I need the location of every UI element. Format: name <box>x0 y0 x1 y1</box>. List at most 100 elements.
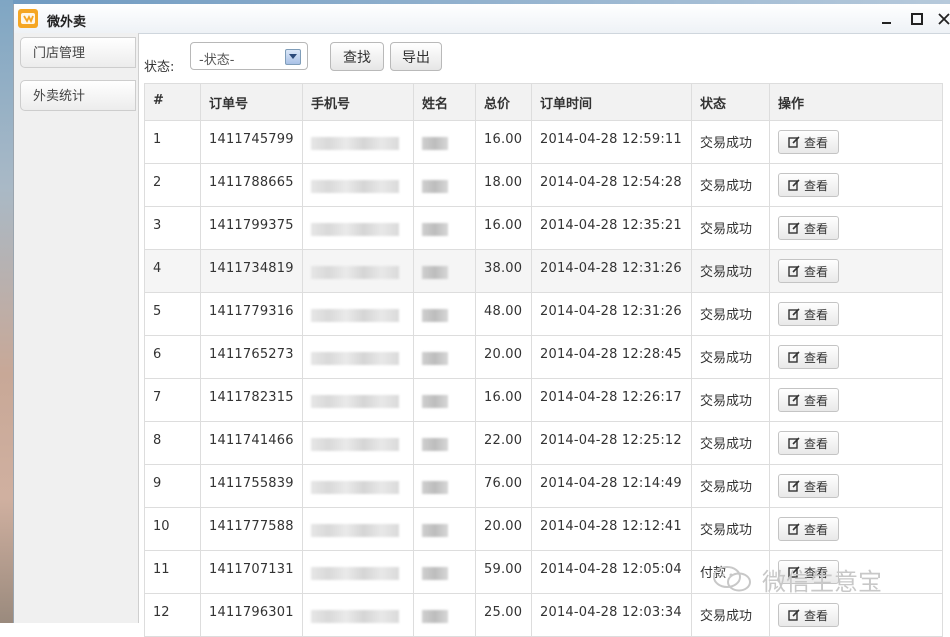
row-index: 8 <box>144 421 201 465</box>
view-order-button[interactable]: 查看 <box>778 173 840 197</box>
phone-redacted <box>302 163 414 207</box>
order-id: 1411741466 <box>200 421 303 465</box>
view-order-button[interactable]: 查看 <box>778 517 840 541</box>
phone-redacted <box>302 593 414 637</box>
order-total: 48.00 <box>475 292 532 336</box>
view-order-button[interactable]: 查看 <box>778 474 840 498</box>
redacted-phone-block <box>311 223 399 236</box>
title-bar[interactable]: 微外卖 <box>14 4 950 34</box>
name-redacted <box>413 593 476 637</box>
table-row: 12 1411796301 25.00 2014-04-28 12:03:34 交易成功… <box>144 593 943 637</box>
view-order-button[interactable]: 查看 <box>778 345 840 369</box>
order-total: 16.00 <box>475 378 532 422</box>
edit-icon <box>788 351 800 363</box>
row-actions: 查看 <box>769 163 943 207</box>
column-header-index: # <box>144 83 201 121</box>
phone-redacted <box>302 464 414 508</box>
view-order-button[interactable]: 查看 <box>778 388 840 412</box>
order-total: 16.00 <box>475 120 532 164</box>
redacted-phone-block <box>311 180 399 193</box>
order-time: 2014-04-28 12:03:34 <box>531 593 692 637</box>
order-time: 2014-04-28 12:26:17 <box>531 378 692 422</box>
view-order-button[interactable]: 查看 <box>778 130 840 154</box>
redacted-phone-block <box>311 567 399 580</box>
order-total: 25.00 <box>475 593 532 637</box>
view-order-button[interactable]: 查看 <box>778 259 840 283</box>
order-total: 76.00 <box>475 464 532 508</box>
status-select-value: -状态- <box>199 53 235 68</box>
redacted-name-block <box>422 610 448 623</box>
desktop-background-edge <box>0 0 13 623</box>
edit-icon <box>788 566 800 578</box>
phone-redacted <box>302 335 414 379</box>
order-time: 2014-04-28 12:28:45 <box>531 335 692 379</box>
view-order-button[interactable]: 查看 <box>778 560 840 584</box>
row-index: 6 <box>144 335 201 379</box>
order-total: 38.00 <box>475 249 532 293</box>
row-index: 2 <box>144 163 201 207</box>
order-time: 2014-04-28 12:25:12 <box>531 421 692 465</box>
order-time: 2014-04-28 12:31:26 <box>531 249 692 293</box>
view-order-button[interactable]: 查看 <box>778 302 840 326</box>
row-index: 12 <box>144 593 201 637</box>
column-header-total: 总价 <box>475 83 532 121</box>
order-status: 交易成功 <box>691 593 770 637</box>
order-total: 22.00 <box>475 421 532 465</box>
phone-redacted <box>302 550 414 594</box>
name-redacted <box>413 550 476 594</box>
status-select[interactable]: -状态- <box>190 42 308 70</box>
row-index: 5 <box>144 292 201 336</box>
column-header-phone: 手机号 <box>302 83 414 121</box>
table-row: 8 1411741466 22.00 2014-04-28 12:25:12 交易成功 查… <box>144 421 943 465</box>
maximize-button[interactable] <box>908 10 926 28</box>
order-id: 1411734819 <box>200 249 303 293</box>
view-order-button[interactable]: 查看 <box>778 603 840 627</box>
row-actions: 查看 <box>769 421 943 465</box>
table-row: 5 1411779316 48.00 2014-04-28 12:31:26 交易成功 查… <box>144 292 943 336</box>
row-actions: 查看 <box>769 206 943 250</box>
redacted-phone-block <box>311 266 399 279</box>
redacted-phone-block <box>311 395 399 408</box>
search-button[interactable]: 查找 <box>330 42 384 71</box>
redacted-name-block <box>422 137 448 150</box>
order-id: 1411779316 <box>200 292 303 336</box>
order-id: 1411707131 <box>200 550 303 594</box>
order-status: 交易成功 <box>691 163 770 207</box>
order-time: 2014-04-28 12:54:28 <box>531 163 692 207</box>
redacted-name-block <box>422 266 448 279</box>
order-id: 1411755839 <box>200 464 303 508</box>
row-index: 3 <box>144 206 201 250</box>
app-window: 微外卖 门店管理 外卖统计 状态: -状态- 查找 导出 # 订单号 手机号 姓… <box>13 4 950 637</box>
status-filter-label: 状态: <box>144 60 175 75</box>
order-total: 16.00 <box>475 206 532 250</box>
order-total: 18.00 <box>475 163 532 207</box>
maximize-icon <box>911 13 923 25</box>
view-order-label: 查看 <box>804 135 829 150</box>
order-id: 1411796301 <box>200 593 303 637</box>
name-redacted <box>413 421 476 465</box>
redacted-name-block <box>422 438 448 451</box>
chevron-down-icon[interactable] <box>285 49 301 65</box>
order-status: 交易成功 <box>691 464 770 508</box>
table-row: 4 1411734819 38.00 2014-04-28 12:31:26 交易成功 查… <box>144 249 943 293</box>
redacted-phone-block <box>311 137 399 150</box>
minimize-button[interactable] <box>878 10 896 28</box>
export-button[interactable]: 导出 <box>390 42 442 71</box>
view-order-label: 查看 <box>804 393 829 408</box>
order-time: 2014-04-28 12:12:41 <box>531 507 692 551</box>
redacted-name-block <box>422 567 448 580</box>
view-order-label: 查看 <box>804 565 829 580</box>
name-redacted <box>413 335 476 379</box>
view-order-button[interactable]: 查看 <box>778 431 840 455</box>
edit-icon <box>788 179 800 191</box>
view-order-button[interactable]: 查看 <box>778 216 840 240</box>
redacted-name-block <box>422 180 448 193</box>
table-row: 2 1411788665 18.00 2014-04-28 12:54:28 交易成功 查… <box>144 163 943 207</box>
filter-toolbar: 状态: -状态- 查找 导出 <box>144 42 944 75</box>
row-index: 11 <box>144 550 201 594</box>
sidebar-item-store-management[interactable]: 门店管理 <box>20 37 136 68</box>
close-button[interactable] <box>935 10 950 28</box>
row-actions: 查看 <box>769 464 943 508</box>
order-id: 1411777588 <box>200 507 303 551</box>
sidebar-item-delivery-stats[interactable]: 外卖统计 <box>20 80 136 111</box>
